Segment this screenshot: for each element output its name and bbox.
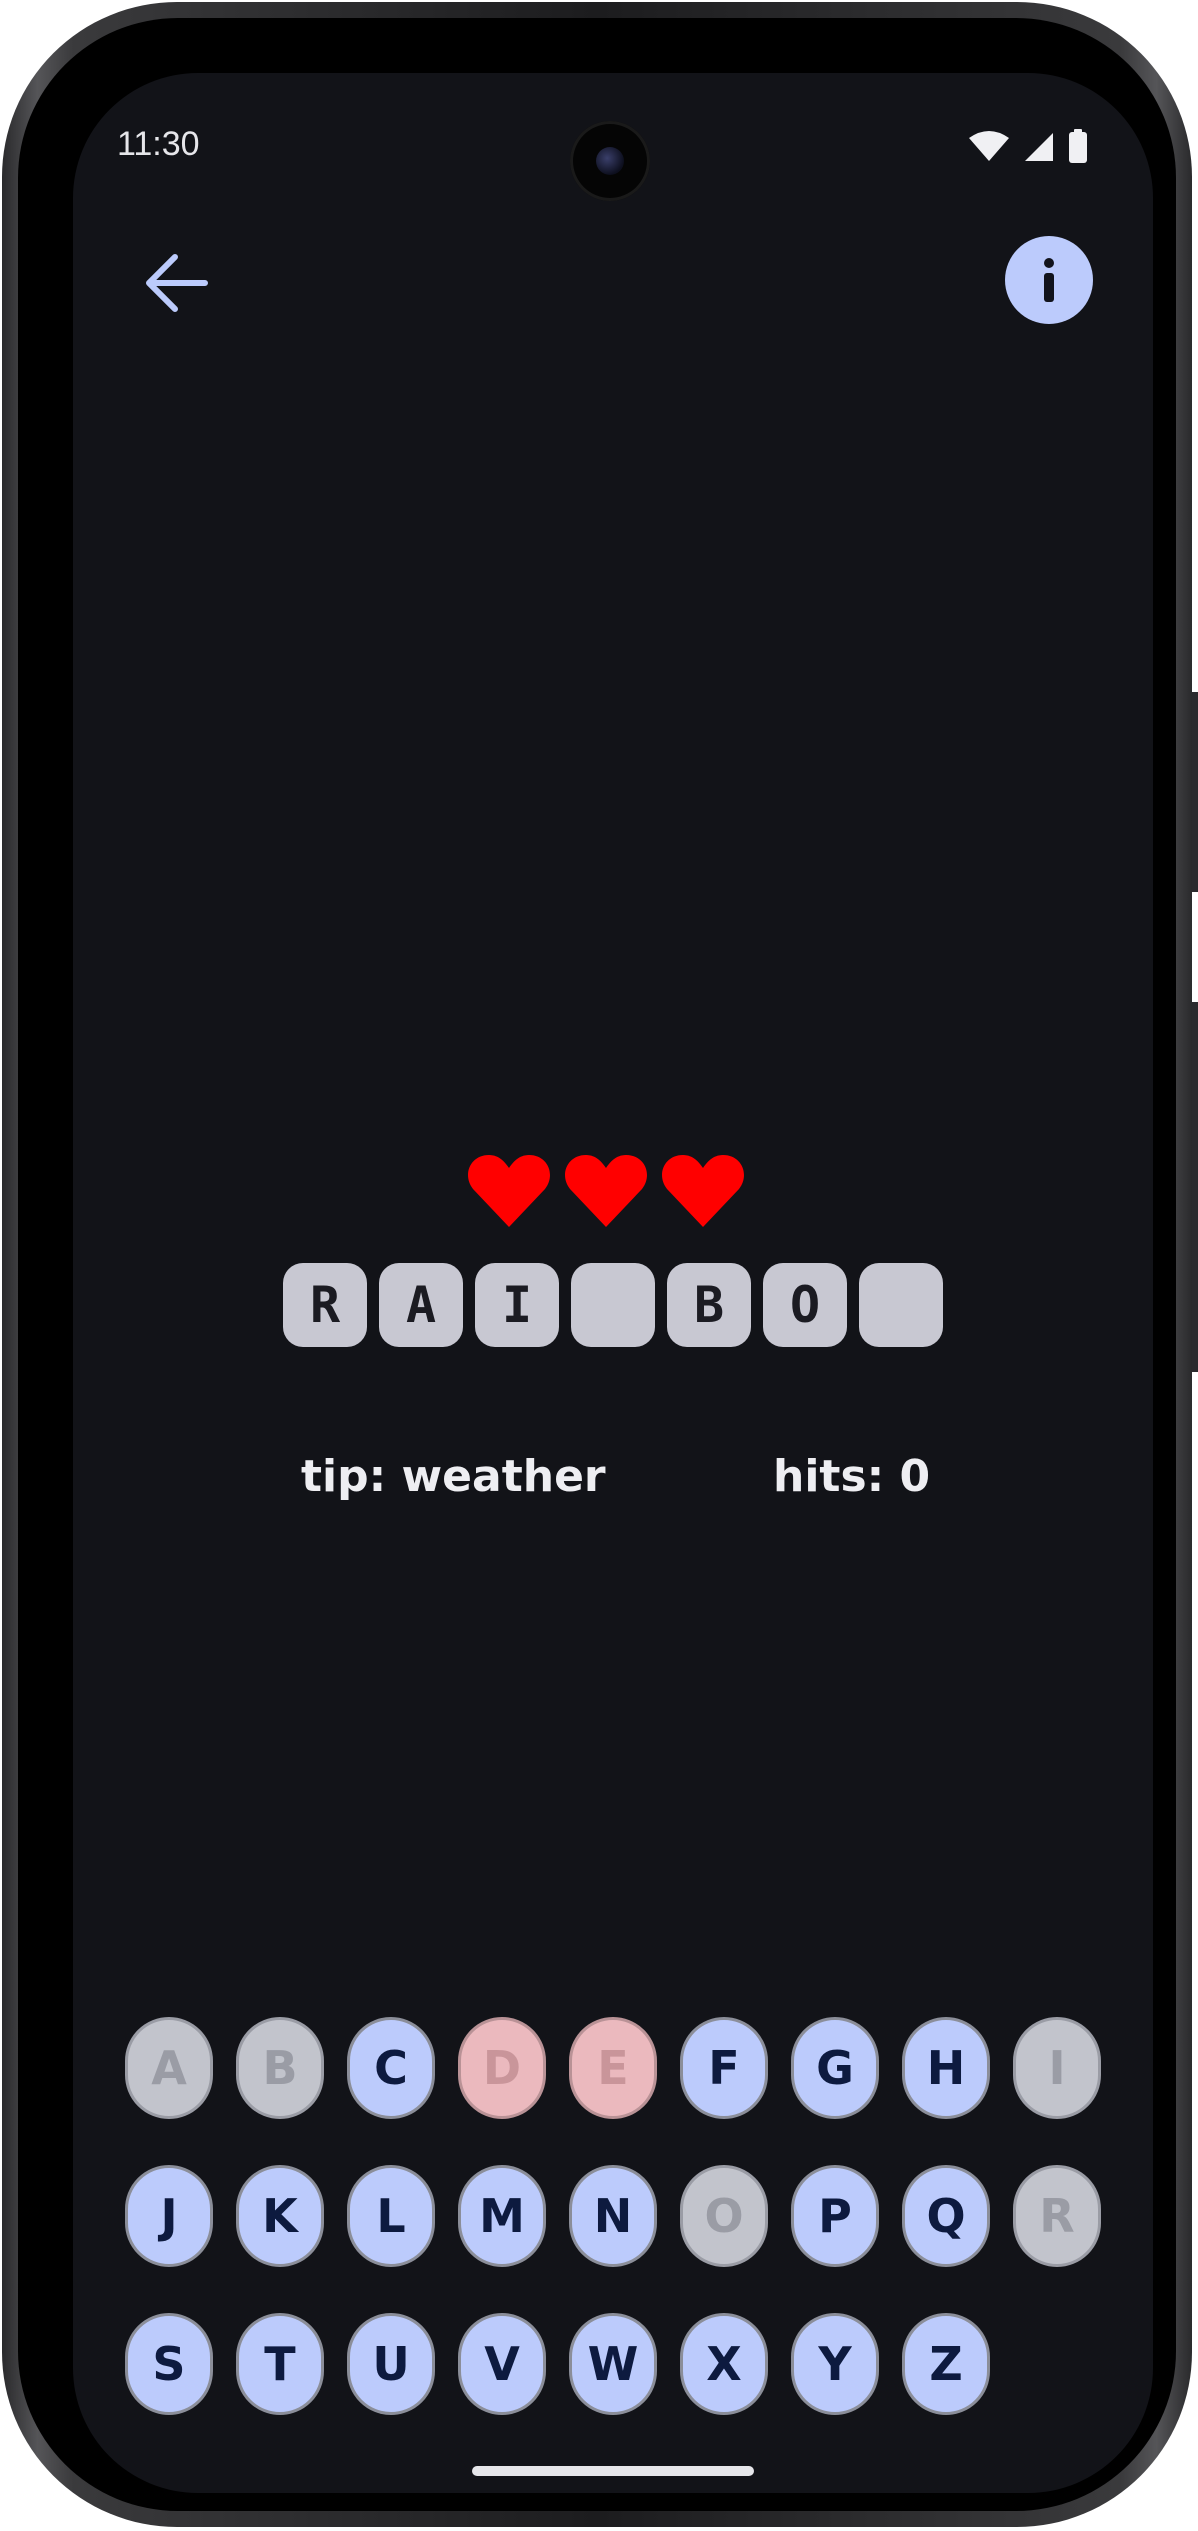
letter-tile — [571, 1263, 655, 1347]
key-i: I — [1013, 2017, 1101, 2119]
home-indicator[interactable] — [472, 2466, 754, 2476]
letter-tile: B — [667, 1263, 751, 1347]
key-x[interactable]: X — [680, 2313, 768, 2415]
battery-icon — [1069, 129, 1087, 163]
letter-tile: A — [379, 1263, 463, 1347]
phone-frame: 11:30 RAIBO tip: weather hits: 0 A B C D… — [2, 2, 1198, 2527]
key-f[interactable]: F — [680, 2017, 768, 2119]
hits-counter: hits: 0 — [773, 1451, 931, 1502]
heart-icon — [565, 1153, 647, 1229]
arrow-back-icon — [146, 254, 208, 312]
back-button[interactable] — [135, 243, 215, 323]
lives-row — [468, 1153, 744, 1229]
status-icons — [969, 129, 1087, 163]
letter-tile: R — [283, 1263, 367, 1347]
phone-bezel: 11:30 RAIBO tip: weather hits: 0 A B C D… — [18, 18, 1176, 2511]
key-j[interactable]: J — [125, 2165, 213, 2267]
key-q[interactable]: Q — [902, 2165, 990, 2267]
key-k[interactable]: K — [236, 2165, 324, 2267]
heart-icon — [662, 1153, 744, 1229]
letter-tile: I — [475, 1263, 559, 1347]
key-m[interactable]: M — [458, 2165, 546, 2267]
status-time: 11:30 — [117, 125, 200, 163]
heart-icon — [468, 1153, 550, 1229]
front-camera — [570, 121, 650, 201]
keyboard-row: JKLMNOPQR — [125, 2165, 1101, 2267]
info-icon — [1044, 258, 1054, 302]
info-button[interactable] — [1005, 236, 1093, 324]
key-b: B — [236, 2017, 324, 2119]
key-e: E — [569, 2017, 657, 2119]
key-r: R — [1013, 2165, 1101, 2267]
volume-button — [1192, 1002, 1198, 1372]
key-u[interactable]: U — [347, 2313, 435, 2415]
key-z[interactable]: Z — [902, 2313, 990, 2415]
wifi-icon — [969, 131, 1009, 161]
keyboard-row: STUVWXYZ — [125, 2313, 1101, 2415]
key-v[interactable]: V — [458, 2313, 546, 2415]
power-button — [1192, 692, 1198, 892]
keyboard-row: ABCDEFGHI — [125, 2017, 1101, 2119]
app-screen: 11:30 RAIBO tip: weather hits: 0 A B C D… — [73, 73, 1153, 2493]
key-h[interactable]: H — [902, 2017, 990, 2119]
key-s[interactable]: S — [125, 2313, 213, 2415]
key-w[interactable]: W — [569, 2313, 657, 2415]
key-o: O — [680, 2165, 768, 2267]
key-c[interactable]: C — [347, 2017, 435, 2119]
letter-tile — [859, 1263, 943, 1347]
word-tiles: RAI BO — [283, 1263, 943, 1347]
key-a: A — [125, 2017, 213, 2119]
key-y[interactable]: Y — [791, 2313, 879, 2415]
key-n[interactable]: N — [569, 2165, 657, 2267]
signal-icon — [1025, 133, 1053, 161]
letter-keyboard: ABCDEFGHI JKLMNOPQR STUVWXYZ — [125, 2017, 1101, 2461]
key-p[interactable]: P — [791, 2165, 879, 2267]
key-g[interactable]: G — [791, 2017, 879, 2119]
tip-text: tip: weather — [301, 1451, 606, 1502]
key-l[interactable]: L — [347, 2165, 435, 2267]
key-t[interactable]: T — [236, 2313, 324, 2415]
key-d: D — [458, 2017, 546, 2119]
letter-tile: O — [763, 1263, 847, 1347]
